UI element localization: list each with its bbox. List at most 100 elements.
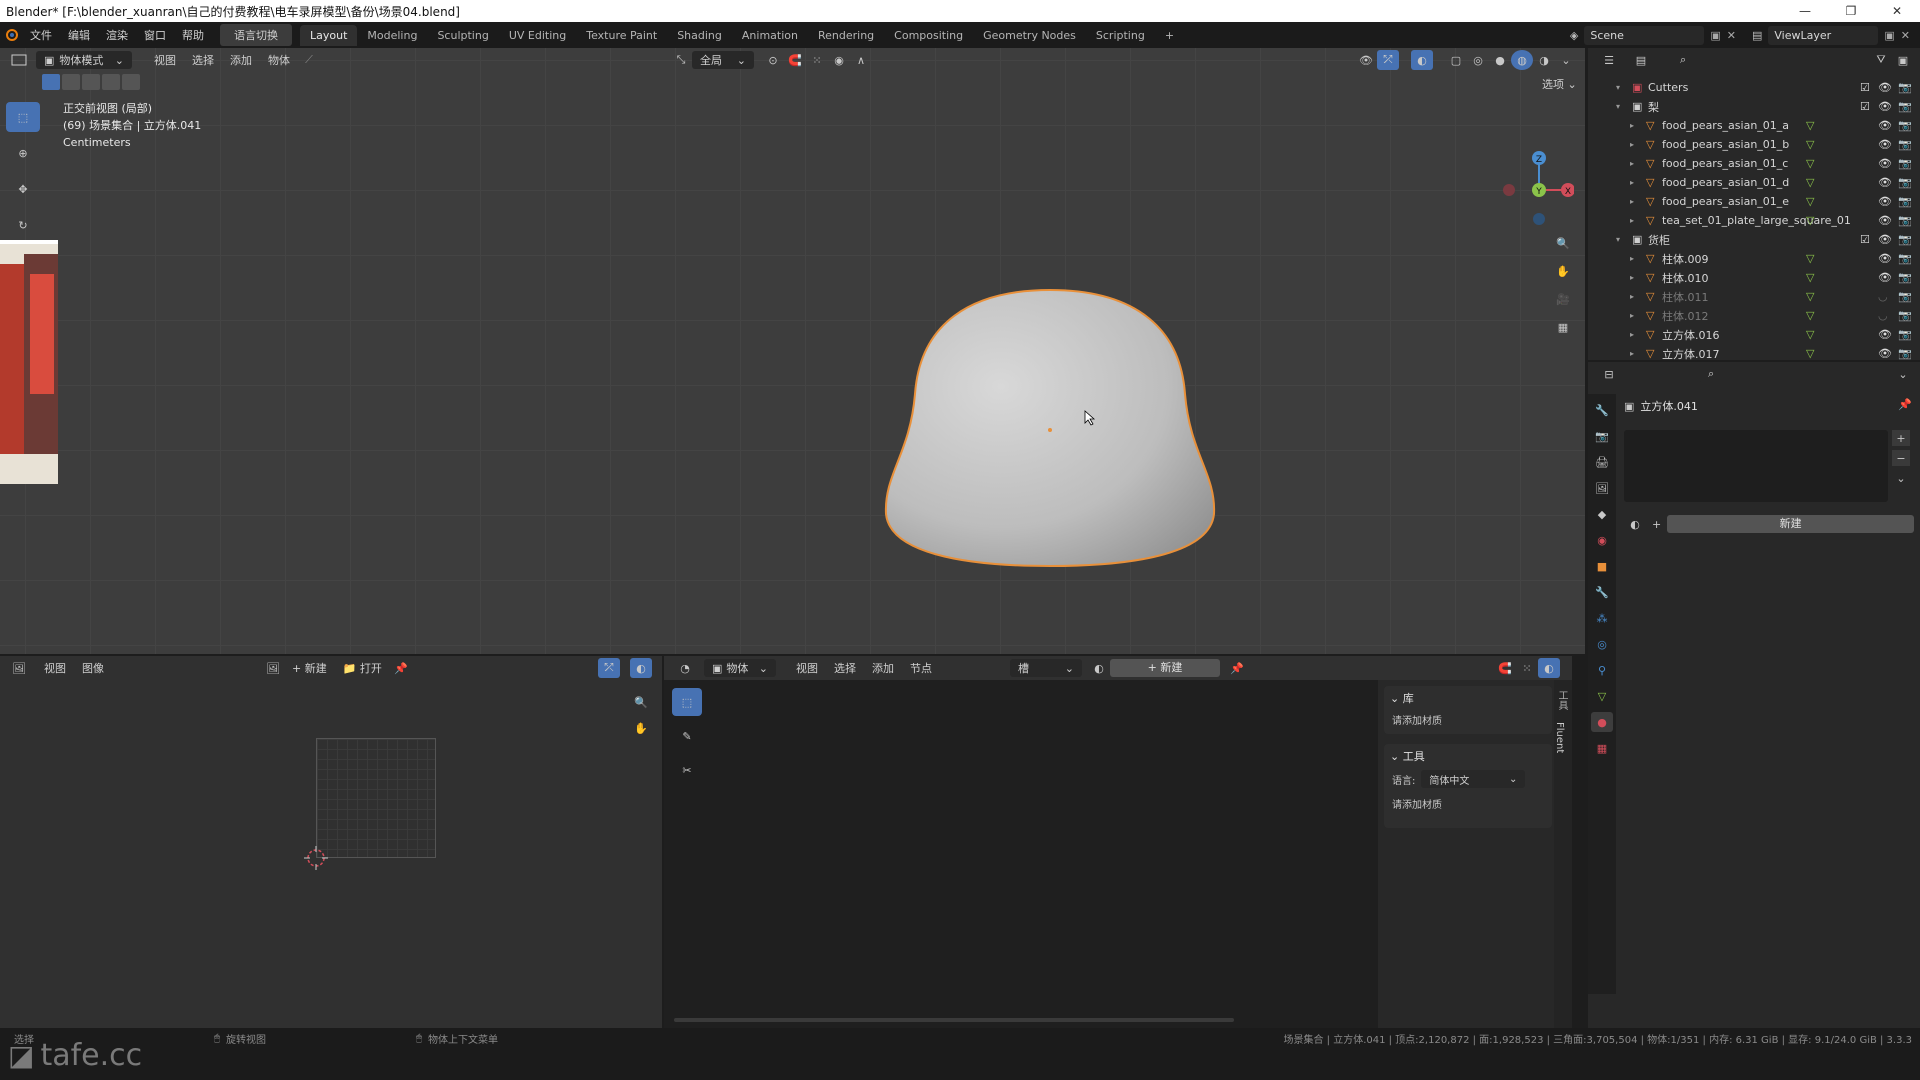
xray-toggle-icon[interactable]: ▢ <box>1445 50 1467 70</box>
visibility-eye-icon[interactable]: 👁 <box>1878 81 1892 94</box>
scene-tab-icon[interactable]: ◆ <box>1591 504 1613 524</box>
wireframe-shading-icon[interactable]: ◎ <box>1467 50 1489 70</box>
visibility-eye-icon[interactable]: 👁 <box>1878 233 1892 246</box>
snap-target-icon[interactable]: ⁙ <box>806 50 828 70</box>
select-box-tool-icon[interactable]: ⬚ <box>6 102 40 132</box>
visibility-eye-icon[interactable]: 👁 <box>1878 100 1892 113</box>
disclosure-open-icon[interactable]: ▾ <box>1616 235 1620 244</box>
pivot-point-icon[interactable]: ⊙ <box>762 50 784 70</box>
material-preview-shading-icon[interactable]: ◍ <box>1511 50 1533 70</box>
particles-tab-icon[interactable]: ⁂ <box>1591 608 1613 628</box>
object-tab-icon[interactable]: ■ <box>1591 556 1613 576</box>
disclosure-closed-icon[interactable]: ▸ <box>1630 197 1634 206</box>
scene-selector[interactable]: Scene <box>1584 25 1705 45</box>
tools-panel-header[interactable]: ⌄ 工具 <box>1384 744 1552 768</box>
mesh-data-icon[interactable]: ▽ <box>1806 157 1814 170</box>
gizmo-toggle-icon[interactable]: ⤱ <box>1377 50 1399 70</box>
disclosure-closed-icon[interactable]: ▸ <box>1630 216 1634 225</box>
render-tab-icon[interactable]: 📷 <box>1591 426 1613 446</box>
properties-editor-type-icon[interactable]: ⊟ <box>1598 364 1620 384</box>
overlay-toggle-icon[interactable]: ◐ <box>1411 50 1433 70</box>
gpencil-icon[interactable]: ⟋ <box>298 50 320 70</box>
render-camera-icon[interactable]: 📷 <box>1898 138 1912 151</box>
chevron-down-icon[interactable]: ⌄ <box>1892 364 1914 384</box>
menu-edit[interactable]: 编辑 <box>60 27 98 43</box>
visibility-eye-icon[interactable]: 👁 <box>1878 195 1892 208</box>
slot-dropdown[interactable]: 槽 ⌄ <box>1010 659 1082 677</box>
menu-help[interactable]: 帮助 <box>174 27 212 43</box>
select-extend-icon[interactable] <box>62 74 80 90</box>
exclude-checkbox[interactable]: ☑ <box>1860 81 1870 94</box>
shader-type-dropdown[interactable]: ▣ 物体 ⌄ <box>704 659 776 677</box>
viewport-menu-select[interactable]: 选择 <box>184 52 222 68</box>
filter-icon[interactable]: ⛛ <box>1870 50 1892 70</box>
mesh-data-icon[interactable]: ▽ <box>1806 328 1814 341</box>
transform-orientation-dropdown[interactable]: 全局 ⌄ <box>692 51 754 69</box>
outliner-row[interactable]: ▸ ▽ 柱体.010 ▽ 👁 📷 <box>1588 268 1920 287</box>
transform-orientation-icon[interactable]: ⤡ <box>670 50 692 70</box>
outliner-search-input[interactable]: ⌕ <box>1672 51 1768 69</box>
cursor-tool-icon[interactable]: ⊕ <box>6 138 40 168</box>
node-menu-select[interactable]: 选择 <box>826 660 864 676</box>
disclosure-closed-icon[interactable]: ▸ <box>1630 254 1634 263</box>
rendered-shading-icon[interactable]: ◑ <box>1533 50 1555 70</box>
move-tool-icon[interactable]: ✥ <box>6 174 40 204</box>
tab-layout[interactable]: Layout <box>300 24 358 46</box>
uv-grid[interactable] <box>316 738 436 858</box>
mesh-data-icon[interactable]: ▽ <box>1806 119 1814 132</box>
visibility-eye-icon[interactable]: 👁 <box>1878 157 1892 170</box>
rotate-tool-icon[interactable]: ↻ <box>6 210 40 240</box>
pan-hand-icon[interactable]: ✋ <box>1552 260 1574 282</box>
tab-tool[interactable]: 工具 <box>1554 690 1569 710</box>
zoom-icon[interactable]: 🔍 <box>1552 232 1574 254</box>
disclosure-open-icon[interactable]: ▾ <box>1616 102 1620 111</box>
pin-icon[interactable]: 📌 <box>1226 658 1248 678</box>
visibility-eye-icon[interactable]: 👁 <box>1878 347 1892 360</box>
render-camera-icon[interactable]: 📷 <box>1898 157 1912 170</box>
falloff-icon[interactable]: ∧ <box>850 50 872 70</box>
visibility-eye-icon[interactable]: 👁 <box>1878 252 1892 265</box>
visibility-eye-icon[interactable]: 👁 <box>1878 328 1892 341</box>
ortho-grid-icon[interactable]: ▦ <box>1552 316 1574 338</box>
outliner-row[interactable]: ▸ ▽ 柱体.009 ▽ 👁 📷 <box>1588 249 1920 268</box>
tab-texture-paint[interactable]: Texture Paint <box>576 25 667 46</box>
render-camera-icon[interactable]: 📷 <box>1898 252 1912 265</box>
pin-icon[interactable]: 📌 <box>390 658 412 678</box>
material-slot-list[interactable] <box>1624 430 1888 502</box>
properties-search-input[interactable]: ⌕ <box>1700 365 1800 383</box>
gizmo-toggle-icon[interactable]: ⤱ <box>598 658 620 678</box>
new-scene-icon[interactable]: ▣ <box>1710 29 1720 42</box>
world-tab-icon[interactable]: ◉ <box>1591 530 1613 550</box>
outliner-row[interactable]: ▸ ▽ food_pears_asian_01_a ▽ 👁 📷 <box>1588 116 1920 135</box>
render-camera-icon[interactable]: 📷 <box>1898 119 1912 132</box>
visibility-eye-icon[interactable]: 👁 <box>1878 138 1892 151</box>
select-intersect-icon[interactable] <box>122 74 140 90</box>
close-button[interactable]: ✕ <box>1874 4 1920 18</box>
viewport-menu-view[interactable]: 视图 <box>146 52 184 68</box>
mesh-data-icon[interactable]: ▽ <box>1806 176 1814 189</box>
visibility-selector-icon[interactable]: 👁 <box>1355 50 1377 70</box>
disclosure-closed-icon[interactable]: ▸ <box>1630 292 1634 301</box>
visibility-eye-icon[interactable]: 👁 <box>1878 271 1892 284</box>
texture-tab-icon[interactable]: ▦ <box>1591 738 1613 758</box>
menu-window[interactable]: 窗口 <box>136 27 174 43</box>
disclosure-closed-icon[interactable]: ▸ <box>1630 349 1634 358</box>
annotate-tool-icon[interactable]: ✎ <box>672 722 702 750</box>
image-browse-icon[interactable]: 🖼 <box>262 658 284 678</box>
output-tab-icon[interactable]: 🖨 <box>1591 452 1613 472</box>
horizontal-scrollbar[interactable] <box>674 1018 1234 1022</box>
tab-geometry-nodes[interactable]: Geometry Nodes <box>973 25 1086 46</box>
outliner-row[interactable]: ▸ ▽ 柱体.012 ▽ ◡ 📷 <box>1588 306 1920 325</box>
physics-tab-icon[interactable]: ◎ <box>1591 634 1613 654</box>
add-workspace-icon[interactable]: + <box>1155 25 1184 46</box>
exclude-checkbox[interactable]: ☑ <box>1860 233 1870 246</box>
zoom-icon[interactable]: 🔍 <box>630 692 652 712</box>
selected-mesh-object[interactable] <box>880 284 1220 570</box>
language-dropdown[interactable]: 简体中文 ⌄ <box>1421 770 1526 788</box>
viewport-options-menu[interactable]: 选项 ⌄ <box>1534 76 1585 92</box>
outliner-row[interactable]: ▸ ▽ 立方体.017 ▽ 👁 📷 <box>1588 344 1920 363</box>
links-cut-tool-icon[interactable]: ✂ <box>672 756 702 784</box>
pan-hand-icon[interactable]: ✋ <box>630 718 652 738</box>
mesh-data-icon[interactable]: ▽ <box>1806 309 1814 322</box>
add-slot-icon[interactable]: + <box>1892 430 1910 446</box>
